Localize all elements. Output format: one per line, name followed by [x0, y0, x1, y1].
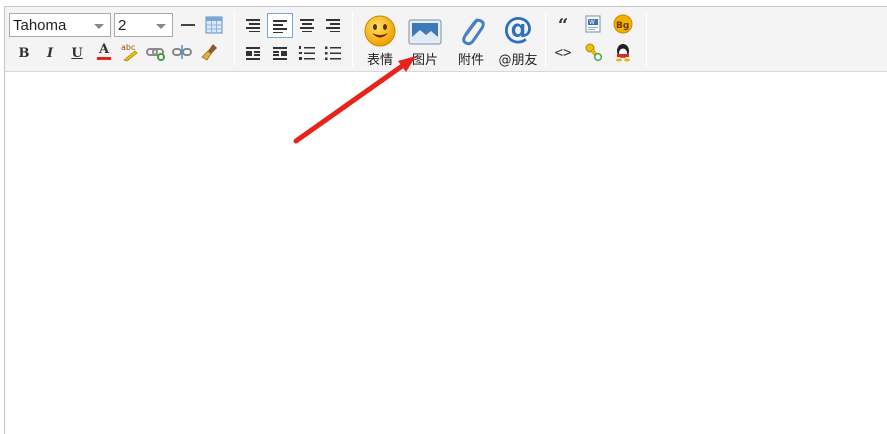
qq-button[interactable]	[612, 41, 634, 63]
unordered-list-icon	[325, 46, 341, 60]
mention-button[interactable]: @ @朋友	[494, 11, 542, 69]
hide-content-button[interactable]	[582, 41, 604, 63]
float-left-button[interactable]	[242, 42, 264, 64]
float-right-icon	[273, 47, 287, 60]
float-right-button[interactable]	[269, 42, 291, 64]
insert-link-button[interactable]	[145, 42, 167, 64]
background-icon: Bg	[613, 14, 633, 34]
spellcheck-text: abc	[121, 43, 135, 52]
mention-label: @朋友	[498, 53, 538, 68]
font-family-value: Tahoma	[13, 17, 67, 34]
editor-toolbar: Tahoma 2 B I U A abc 表情 图片 附件 @ @朋友 “ W …	[5, 7, 887, 72]
attachment-button[interactable]: 附件	[449, 11, 493, 69]
table-button[interactable]	[203, 14, 225, 36]
qq-penguin-icon	[616, 44, 630, 62]
toolbar-divider	[545, 12, 546, 67]
svg-text:W: W	[589, 19, 595, 26]
align-right-icon	[326, 19, 340, 32]
rich-text-editor: Tahoma 2 B I U A abc 表情 图片 附件 @ @朋友 “ W …	[4, 6, 887, 434]
horizontal-rule-icon	[181, 24, 195, 26]
at-sign-icon: @	[503, 11, 533, 46]
code-button[interactable]: <>	[552, 42, 574, 64]
font-color-button[interactable]: A	[93, 40, 115, 62]
italic-button[interactable]: I	[39, 42, 61, 64]
font-color-swatch	[97, 56, 111, 60]
align-justify-icon	[273, 19, 287, 33]
align-left-button[interactable]	[242, 14, 264, 36]
toolbar-divider	[352, 12, 353, 67]
ordered-list-icon	[299, 46, 315, 60]
align-right-button[interactable]	[322, 14, 344, 36]
smiley-icon	[364, 15, 396, 47]
clear-format-button[interactable]	[199, 41, 221, 63]
editor-content-area[interactable]	[5, 73, 887, 434]
highlight-button[interactable]: abc	[118, 41, 140, 63]
horizontal-rule-button[interactable]	[177, 14, 199, 36]
align-left-icon	[246, 19, 260, 32]
float-left-icon	[246, 47, 260, 60]
paperclip-icon	[462, 18, 485, 46]
unlink-button[interactable]	[171, 42, 193, 64]
font-size-select[interactable]: 2	[114, 13, 173, 37]
broom-icon	[201, 44, 217, 61]
chevron-down-icon	[94, 24, 104, 29]
image-label: 图片	[411, 53, 438, 68]
chevron-down-icon	[156, 24, 166, 29]
image-button[interactable]: 图片	[403, 11, 447, 69]
align-justify-button[interactable]	[267, 13, 293, 38]
align-center-button[interactable]	[296, 14, 318, 36]
table-icon	[205, 16, 223, 34]
toolbar-divider	[234, 12, 235, 67]
unlink-icon	[172, 45, 192, 59]
font-family-select[interactable]: Tahoma	[9, 13, 111, 37]
underline-button[interactable]: U	[66, 42, 88, 64]
emoji-button[interactable]: 表情	[358, 11, 402, 69]
quote-button[interactable]: “	[552, 14, 574, 36]
font-color-label: A	[98, 41, 110, 57]
highlighter-icon: abc	[121, 43, 138, 62]
ordered-list-button[interactable]	[296, 42, 318, 64]
image-icon	[408, 19, 442, 45]
key-icon	[585, 43, 602, 61]
paste-word-button[interactable]: W	[582, 13, 604, 35]
unordered-list-button[interactable]	[322, 42, 344, 64]
bg-text: Bg	[616, 21, 629, 31]
toolbar-divider	[646, 12, 647, 67]
link-icon	[146, 48, 165, 61]
align-center-icon	[300, 19, 314, 32]
word-doc-icon: W	[585, 15, 601, 33]
font-size-value: 2	[118, 17, 127, 34]
emoji-label: 表情	[366, 53, 393, 68]
attachment-label: 附件	[457, 53, 484, 68]
background-button[interactable]: Bg	[612, 13, 634, 35]
bold-button[interactable]: B	[13, 42, 35, 64]
